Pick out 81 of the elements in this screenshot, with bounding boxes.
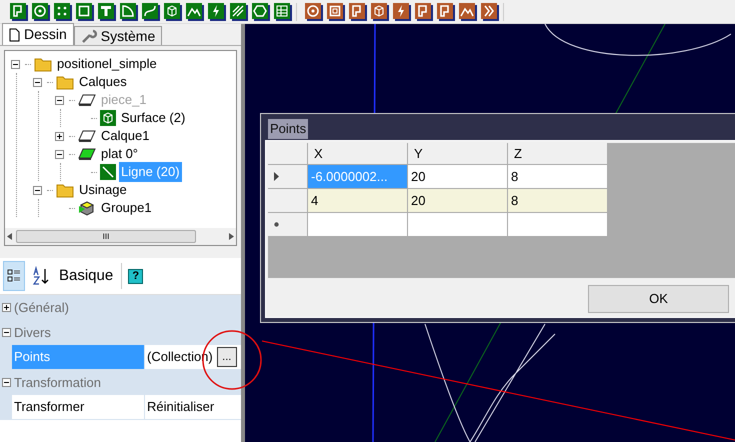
category-label: Transformation bbox=[14, 374, 101, 392]
square-icon[interactable] bbox=[76, 2, 94, 20]
curve-icon[interactable] bbox=[142, 2, 160, 20]
help-button[interactable]: ? bbox=[128, 268, 144, 284]
horizontal-scrollbar[interactable]: III bbox=[5, 228, 236, 245]
folder-icon bbox=[34, 56, 52, 72]
tree-item[interactable]: positionel_simple bbox=[55, 54, 159, 74]
table-cell[interactable]: 20 bbox=[408, 165, 508, 189]
chevrons-icon[interactable] bbox=[481, 2, 499, 20]
hexagon-icon[interactable] bbox=[252, 2, 270, 20]
table-icon[interactable] bbox=[274, 2, 292, 20]
category-label: (Général) bbox=[14, 298, 69, 317]
collapse-icon[interactable] bbox=[33, 78, 42, 86]
property-value: Réinitialiser bbox=[147, 398, 214, 416]
expand-icon[interactable] bbox=[55, 132, 64, 140]
tree-item[interactable]: Calque1 bbox=[99, 126, 152, 146]
scroll-right-icon[interactable] bbox=[229, 233, 234, 240]
cube-icon[interactable] bbox=[164, 2, 182, 20]
column-header[interactable]: Y bbox=[408, 143, 508, 165]
bolt-icon[interactable] bbox=[393, 2, 411, 20]
outline-icon[interactable] bbox=[10, 2, 28, 20]
category-list-icon bbox=[7, 269, 21, 283]
current-row-icon bbox=[274, 172, 279, 181]
layer-icon bbox=[78, 93, 96, 107]
dialog-title: Points bbox=[268, 119, 308, 139]
outline-icon[interactable] bbox=[437, 2, 455, 20]
category-label: Divers bbox=[14, 324, 51, 342]
bolt-icon[interactable] bbox=[208, 2, 226, 20]
column-header[interactable]: Z bbox=[508, 143, 608, 165]
collapse-icon[interactable] bbox=[33, 186, 42, 194]
collapse-icon[interactable] bbox=[2, 378, 10, 387]
cube-icon bbox=[100, 110, 116, 126]
folder-icon bbox=[56, 182, 74, 198]
table-cell[interactable]: 4 bbox=[308, 189, 408, 213]
tree-item[interactable]: plat 0° bbox=[99, 144, 140, 164]
expand-icon[interactable] bbox=[2, 303, 10, 312]
outline-icon[interactable] bbox=[349, 2, 367, 20]
arc-icon[interactable] bbox=[120, 2, 138, 20]
column-header[interactable]: X bbox=[308, 143, 408, 165]
tab[interactable]: Système bbox=[74, 26, 162, 45]
line-icon bbox=[100, 164, 116, 180]
folder-icon bbox=[56, 74, 74, 90]
circle-icon[interactable] bbox=[32, 2, 50, 20]
collapse-icon[interactable] bbox=[55, 150, 64, 158]
mountain-icon[interactable] bbox=[186, 2, 204, 20]
scroll-grip: III bbox=[102, 230, 110, 242]
t-shape-icon[interactable] bbox=[98, 2, 116, 20]
table-cell[interactable] bbox=[508, 213, 608, 237]
target-icon[interactable] bbox=[305, 2, 323, 20]
page-icon bbox=[9, 28, 20, 42]
property-name[interactable]: Transformer bbox=[12, 395, 145, 420]
table-cell[interactable] bbox=[408, 213, 508, 237]
layer-icon bbox=[78, 129, 96, 143]
tree-item[interactable]: Calques bbox=[77, 72, 129, 92]
ok-button[interactable]: OK bbox=[588, 284, 729, 312]
wrench-icon bbox=[80, 28, 97, 44]
tree-item[interactable]: Usinage bbox=[77, 180, 129, 200]
box-icon bbox=[78, 200, 96, 216]
nested-squares-icon[interactable] bbox=[327, 2, 345, 20]
table-cell[interactable] bbox=[308, 213, 408, 237]
new-row-icon bbox=[274, 222, 279, 227]
collapse-icon[interactable] bbox=[11, 60, 20, 68]
table-cell[interactable]: 8 bbox=[508, 189, 608, 213]
collapse-icon[interactable] bbox=[2, 328, 10, 337]
tree-item[interactable]: Groupe1 bbox=[99, 198, 154, 218]
corner-header bbox=[268, 143, 308, 165]
ellipsis-button[interactable]: ... bbox=[216, 347, 237, 367]
table-cell[interactable]: 8 bbox=[508, 165, 608, 189]
tab[interactable]: Dessin bbox=[2, 23, 74, 45]
table-cell[interactable]: 20 bbox=[408, 189, 508, 213]
outline-icon[interactable] bbox=[415, 2, 433, 20]
basic-button[interactable]: Basique bbox=[57, 264, 116, 288]
row-header[interactable] bbox=[268, 165, 308, 189]
layer-icon bbox=[78, 147, 96, 161]
sort-az-icon[interactable] bbox=[31, 266, 51, 286]
categorized-button[interactable] bbox=[3, 261, 25, 291]
cube-icon[interactable] bbox=[371, 2, 389, 20]
dots-icon[interactable] bbox=[54, 2, 72, 20]
hatch-icon[interactable] bbox=[230, 2, 248, 20]
scroll-left-icon[interactable] bbox=[7, 233, 12, 240]
mountain-icon[interactable] bbox=[459, 2, 477, 20]
